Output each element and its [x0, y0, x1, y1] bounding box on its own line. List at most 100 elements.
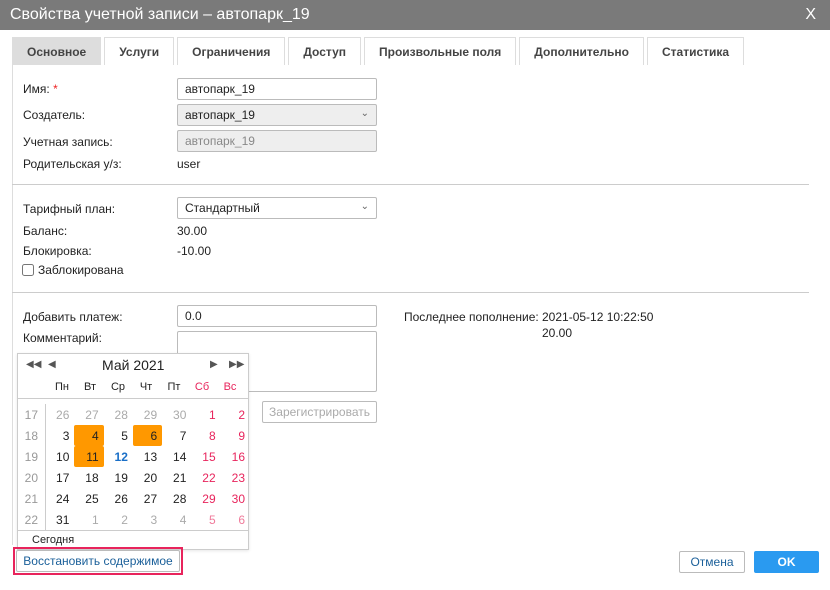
tariff-select[interactable]: Стандартный ⌄ [177, 197, 377, 219]
prev-month-icon[interactable]: ◀ [48, 359, 56, 370]
calendar-day[interactable]: 1 [74, 509, 103, 530]
calendar-day[interactable]: 26 [104, 488, 133, 509]
tab-statistics[interactable]: Статистика [646, 37, 745, 65]
calendar-day[interactable]: 9 [221, 425, 250, 446]
calendar-day[interactable]: 4 [74, 425, 104, 446]
calendar-week: 19 10 11 12 13 14 15 16 [18, 446, 250, 467]
calendar-day[interactable]: 5 [191, 509, 220, 530]
blocked-checkbox[interactable]: Заблокирована [22, 263, 124, 277]
calendar-day[interactable]: 19 [104, 467, 133, 488]
blocked-checkbox-input[interactable] [22, 264, 34, 276]
weekday-label: Вс [223, 381, 237, 393]
tab-access[interactable]: Доступ [288, 37, 361, 65]
name-label-text: Имя: [23, 82, 50, 96]
week-number: 19 [18, 446, 46, 467]
calendar-day[interactable]: 12 [104, 446, 133, 467]
calendar-day[interactable]: 15 [191, 446, 220, 467]
next-year-icon[interactable]: ▶▶ [229, 359, 244, 370]
calendar-day[interactable]: 27 [133, 488, 162, 509]
calendar-grid: 17 26 27 28 29 30 1 2 18 3 4 5 6 7 8 9 19 10 11 12 13 14 15 16 2… [18, 404, 250, 530]
tab-custom-fields[interactable]: Произвольные поля [364, 37, 517, 65]
calendar-day[interactable]: 29 [191, 488, 220, 509]
calendar-day[interactable]: 24 [45, 488, 74, 509]
calendar-day[interactable]: 22 [191, 467, 220, 488]
calendar-day[interactable]: 10 [45, 446, 74, 467]
last-topup-label: Последнее пополнение: [404, 310, 539, 324]
calendar-day[interactable]: 14 [162, 446, 191, 467]
calendar-day[interactable]: 27 [74, 404, 103, 425]
creator-label: Создатель: [23, 108, 86, 122]
calendar-day[interactable]: 29 [133, 404, 162, 425]
today-button[interactable]: Сегодня [32, 534, 74, 546]
week-number: 17 [18, 404, 46, 425]
creator-select[interactable]: автопарк_19 ⌄ [177, 104, 377, 126]
date-picker: ◀◀ ◀ Май 2021 ▶ ▶▶ Пн Вт Ср Чт Пт Сб Вс 17 26 27… [17, 353, 249, 550]
name-label: Имя: * [23, 82, 58, 96]
calendar-day[interactable]: 13 [133, 446, 162, 467]
account-input: автопарк_19 [177, 130, 377, 152]
tab-main[interactable]: Основное [12, 37, 102, 65]
calendar-day[interactable]: 2 [221, 404, 250, 425]
calendar-day[interactable]: 18 [74, 467, 103, 488]
calendar-day[interactable]: 26 [45, 404, 74, 425]
name-input[interactable]: автопарк_19 [177, 78, 377, 100]
week-number: 22 [18, 509, 46, 530]
tab-limits[interactable]: Ограничения [177, 37, 286, 65]
chevron-down-icon: ⌄ [360, 201, 369, 212]
payment-label: Добавить платеж: [23, 310, 123, 324]
ok-button[interactable]: OK [754, 551, 819, 573]
calendar-day[interactable]: 3 [133, 509, 162, 530]
tab-services[interactable]: Услуги [104, 37, 175, 65]
divider [12, 184, 809, 185]
weekday-label: Чт [139, 381, 153, 393]
tab-additional[interactable]: Дополнительно [519, 37, 644, 65]
calendar-day[interactable]: 17 [45, 467, 74, 488]
calendar-day[interactable]: 6 [221, 509, 250, 530]
calendar-day[interactable]: 2 [104, 509, 133, 530]
payment-input[interactable]: 0.0 [177, 305, 377, 327]
calendar-day[interactable]: 23 [221, 467, 250, 488]
creator-value: автопарк_19 [185, 108, 255, 122]
calendar-day[interactable]: 6 [132, 425, 163, 446]
calendar-day[interactable]: 1 [191, 404, 220, 425]
cancel-button[interactable]: Отмена [679, 551, 745, 573]
close-icon[interactable]: X [805, 0, 816, 30]
calendar-day[interactable]: 20 [133, 467, 162, 488]
divider [18, 398, 248, 399]
weekday-label: Вт [83, 381, 96, 393]
calendar-day[interactable]: 11 [74, 446, 104, 467]
calendar-day[interactable]: 5 [104, 425, 133, 446]
calendar-week: 20 17 18 19 20 21 22 23 [18, 467, 250, 488]
calendar-day[interactable]: 7 [162, 425, 191, 446]
balance-label: Баланс: [23, 224, 68, 238]
calendar-day[interactable]: 4 [162, 509, 191, 530]
weekday-header: Пн Вт Ср Чт Пт Сб Вс [48, 381, 248, 393]
calendar-day[interactable]: 28 [104, 404, 133, 425]
account-label: Учетная запись: [23, 135, 113, 149]
calendar-month[interactable]: Май 2021 [102, 357, 164, 373]
last-topup-date: 2021-05-12 10:22:50 [542, 310, 654, 324]
calendar-day[interactable]: 30 [162, 404, 191, 425]
restore-button[interactable]: Восстановить содержимое [16, 550, 180, 572]
next-month-icon[interactable]: ▶ [210, 359, 218, 370]
calendar-day[interactable]: 25 [74, 488, 103, 509]
calendar-day[interactable]: 3 [45, 425, 74, 446]
calendar-day[interactable]: 8 [191, 425, 220, 446]
comment-label: Комментарий: [23, 331, 102, 345]
calendar-week: 17 26 27 28 29 30 1 2 [18, 404, 250, 425]
chevron-down-icon: ⌄ [360, 108, 369, 119]
week-number: 21 [18, 488, 46, 509]
tab-bar: Основное Услуги Ограничения Доступ Произ… [12, 37, 745, 65]
calendar-day[interactable]: 16 [221, 446, 250, 467]
calendar-day[interactable]: 28 [162, 488, 191, 509]
calendar-day[interactable]: 21 [162, 467, 191, 488]
calendar-week: 21 24 25 26 27 28 29 30 [18, 488, 250, 509]
calendar-day[interactable]: 30 [221, 488, 250, 509]
calendar-day[interactable]: 31 [45, 509, 74, 530]
weekday-label: Пт [167, 381, 181, 393]
prev-year-icon[interactable]: ◀◀ [26, 359, 41, 370]
parent-value: user [177, 157, 201, 171]
balance-value: 30.00 [177, 224, 208, 238]
register-button[interactable]: Зарегистрировать [262, 401, 377, 423]
weekday-label: Пн [55, 381, 69, 393]
